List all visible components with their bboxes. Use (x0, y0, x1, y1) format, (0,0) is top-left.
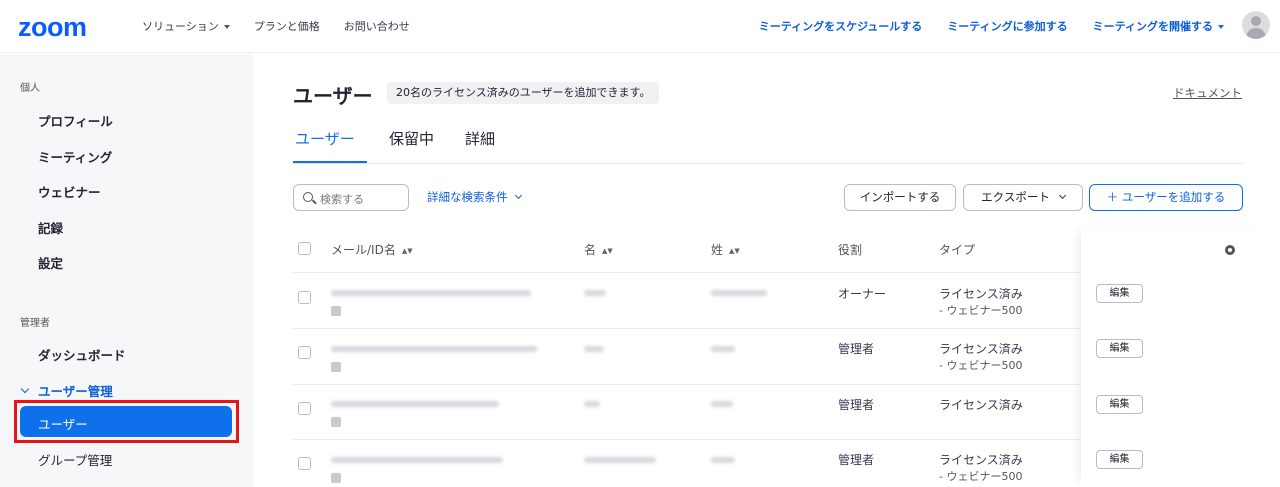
column-header-type: タイプ (939, 243, 976, 257)
blurred-first-name (584, 290, 606, 296)
nav-pricing[interactable]: プランと価格 (254, 18, 320, 34)
chevron-down-icon (20, 384, 30, 394)
page-title: ユーザー (293, 84, 373, 108)
blurred-first-name (584, 457, 656, 463)
chevron-down-icon (1218, 25, 1224, 29)
blurred-last-name (711, 401, 733, 407)
active-tab-underline (293, 161, 367, 163)
nav-solutions[interactable]: ソリューション (142, 18, 230, 34)
blurred-last-name (711, 457, 735, 463)
sort-icon: ▲▼ (602, 246, 613, 255)
blurred-first-name (584, 401, 600, 407)
role-cell: 管理者 (838, 398, 875, 412)
column-header-first-name[interactable]: 名 ▲▼ (584, 241, 613, 258)
edit-button[interactable]: 編集 (1096, 450, 1143, 469)
type-sub-cell: - ウェビナー500 (939, 304, 1023, 317)
avatar-head-shape (1251, 16, 1261, 26)
edit-button[interactable]: 編集 (1096, 284, 1143, 303)
sidebar-item-recordings[interactable]: 記録 (38, 218, 63, 237)
nav-contact[interactable]: お問い合わせ (344, 18, 410, 34)
license-note: 20名のライセンス済みのユーザーを追加できます。 (387, 82, 660, 104)
blurred-email (331, 401, 499, 407)
sidebar-item-settings[interactable]: 設定 (38, 253, 63, 272)
advanced-search-toggle[interactable]: 詳細な検索条件 (427, 189, 522, 205)
blurred-badge (331, 417, 341, 427)
sidebar-section-personal: 個人 (20, 83, 40, 94)
tab-pending[interactable]: 保留中 (389, 128, 434, 149)
avatar-body-shape (1246, 28, 1266, 39)
tab-users[interactable]: ユーザー (295, 128, 355, 149)
add-user-button[interactable]: ＋ ユーザーを追加する (1089, 184, 1243, 211)
tab-bar: ユーザー 保留中 詳細 (293, 128, 1243, 164)
chevron-down-icon (223, 25, 230, 29)
type-sub-cell: - ウェビナー500 (939, 359, 1023, 372)
blurred-last-name (711, 290, 767, 296)
column-header-email[interactable]: メール/ID名 ▲▼ (331, 241, 413, 258)
highlight-annotation-box (14, 400, 239, 443)
import-button[interactable]: インポートする (844, 184, 956, 211)
row-checkbox[interactable] (298, 346, 311, 359)
column-header-role: 役割 (838, 243, 863, 257)
main-content: ユーザー 20名のライセンス済みのユーザーを追加できます。 ドキュメント ユーザ… (253, 54, 1280, 487)
tab-details[interactable]: 詳細 (465, 128, 495, 149)
export-button[interactable]: エクスポート (963, 184, 1083, 211)
search-placeholder: 検索する (320, 193, 364, 206)
zoom-logo[interactable]: zoom (18, 12, 87, 43)
sidebar-item-dashboard[interactable]: ダッシュボード (38, 345, 126, 364)
sidebar-item-user-management[interactable]: ユーザー管理 (38, 381, 113, 400)
gear-icon[interactable] (1225, 245, 1235, 255)
sort-icon: ▲▼ (729, 246, 740, 255)
sidebar: 個人 プロフィール ミーティング ウェビナー 記録 設定 管理者 ダッシュボード… (0, 54, 253, 487)
blurred-badge (331, 362, 341, 372)
search-input[interactable]: 検索する (293, 184, 409, 211)
type-cell: ライセンス済み (939, 342, 1023, 356)
sidebar-item-webinars[interactable]: ウェビナー (38, 182, 101, 201)
blurred-last-name (711, 346, 735, 352)
blurred-email (331, 290, 531, 296)
type-cell: ライセンス済み (939, 398, 1023, 412)
search-icon (303, 192, 313, 202)
action-column: 編集 編集 編集 編集 (1081, 226, 1280, 487)
sidebar-item-group-management[interactable]: グループ管理 (38, 450, 112, 469)
row-checkbox[interactable] (298, 402, 311, 415)
sidebar-item-meetings[interactable]: ミーティング (38, 147, 112, 166)
sort-icon: ▲▼ (401, 246, 413, 255)
chevron-down-icon (514, 191, 522, 200)
nav-right: ミーティングをスケジュールする ミーティングに参加する ミーティングを開催する (734, 18, 1224, 34)
role-cell: 管理者 (838, 453, 875, 467)
host-meeting-link[interactable]: ミーティングを開催する (1093, 18, 1224, 34)
sidebar-item-profile[interactable]: プロフィール (38, 111, 113, 130)
row-checkbox[interactable] (298, 291, 311, 304)
blurred-badge (331, 473, 341, 483)
type-cell: ライセンス済み (939, 453, 1023, 467)
blurred-badge (331, 306, 341, 316)
blurred-email (331, 457, 503, 463)
blurred-email (331, 346, 537, 352)
avatar[interactable] (1242, 11, 1270, 39)
type-cell: ライセンス済み (939, 287, 1023, 301)
documentation-link[interactable]: ドキュメント (1173, 85, 1242, 101)
type-sub-cell: - ウェビナー500 (939, 470, 1023, 483)
blurred-first-name (584, 346, 604, 352)
edit-button[interactable]: 編集 (1096, 339, 1143, 358)
role-cell: オーナー (838, 287, 887, 301)
join-meeting-link[interactable]: ミーティングに参加する (947, 18, 1067, 34)
edit-button[interactable]: 編集 (1096, 395, 1143, 414)
column-header-last-name[interactable]: 姓 ▲▼ (711, 241, 740, 258)
nav-left: ソリューション プランと価格 お問い合わせ (142, 18, 434, 34)
row-checkbox[interactable] (298, 457, 311, 470)
role-cell: 管理者 (838, 342, 875, 356)
sidebar-section-admin: 管理者 (20, 318, 50, 329)
top-header: zoom ソリューション プランと価格 お問い合わせ ミーティングをスケジュール… (0, 0, 1280, 53)
select-all-checkbox[interactable] (298, 242, 311, 255)
schedule-meeting-link[interactable]: ミーティングをスケジュールする (759, 18, 923, 34)
chevron-down-icon (1058, 191, 1066, 200)
